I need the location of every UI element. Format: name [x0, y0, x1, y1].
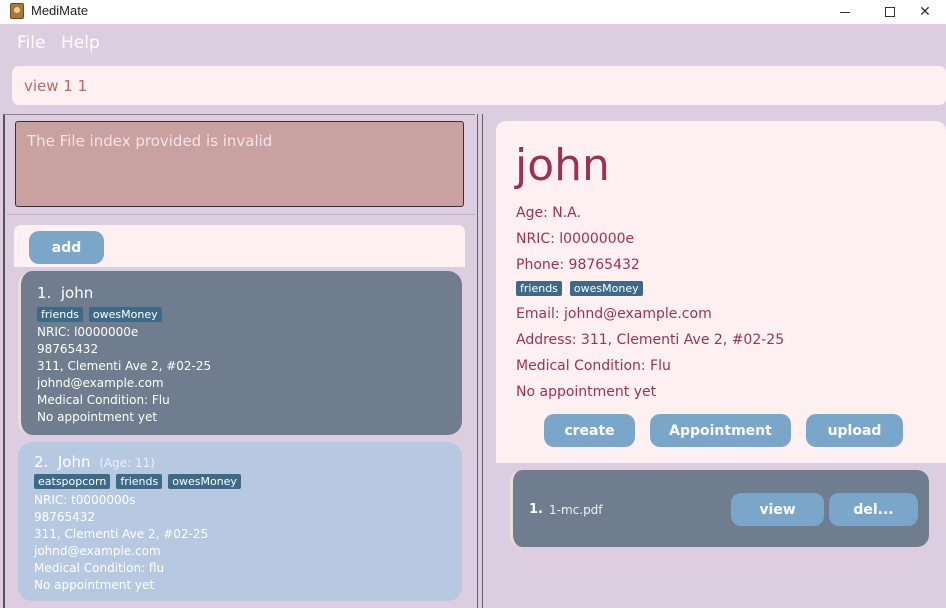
person-index: 2.: [34, 453, 49, 471]
upload-button[interactable]: upload: [806, 414, 903, 447]
close-icon: ✕: [919, 4, 931, 20]
tag: friends: [37, 307, 83, 322]
tag: eatspopcorn: [34, 474, 111, 489]
tag: owesMoney: [168, 474, 241, 489]
person-address: 311, Clementi Ave 2, #02-25: [34, 527, 209, 541]
person-nric: NRIC: t0000000s: [34, 493, 136, 507]
split-divider[interactable]: [477, 114, 483, 608]
result-message: The File index provided is invalid: [27, 132, 273, 150]
person-tags: eatspopcorn friends owesMoney: [34, 474, 241, 489]
person-age: (Age: 11): [99, 456, 155, 470]
person-index: 1.: [37, 284, 52, 302]
view-file-button[interactable]: view: [731, 493, 824, 526]
tag: friends: [116, 474, 163, 489]
person-condition: Medical Condition: flu: [34, 561, 165, 575]
person-phone: 98765432: [34, 510, 96, 524]
separator: [7, 214, 475, 215]
file-name: 1-mc.pdf: [549, 503, 603, 517]
person-card[interactable]: 2. John (Age: 11) eatspopcorn friends ow…: [18, 442, 462, 601]
detail-age: Age: N.A.: [516, 205, 581, 221]
add-button[interactable]: add: [29, 231, 104, 264]
person-tags: friends owesMoney: [37, 307, 162, 322]
person-card[interactable]: 1. john friends owesMoney NRIC: l0000000…: [18, 271, 462, 435]
tag: owesMoney: [569, 281, 643, 296]
detail-appointment: No appointment yet: [516, 384, 657, 400]
person-appointment: No appointment yet: [34, 578, 155, 592]
minimize-button[interactable]: [822, 0, 868, 24]
person-name-text: john: [60, 284, 94, 302]
person-appointment: No appointment yet: [37, 410, 158, 424]
delete-file-button[interactable]: del...: [829, 493, 918, 526]
detail-condition: Medical Condition: Flu: [516, 358, 671, 374]
maximize-icon: [885, 7, 895, 17]
person-email: johnd@example.com: [37, 376, 164, 390]
window-title: MediMate: [31, 3, 89, 18]
result-display: The File index provided is invalid: [15, 121, 464, 207]
person-name: 1. john: [37, 284, 93, 302]
tag: owesMoney: [88, 307, 162, 322]
title-bar: MediMate ✕: [0, 0, 946, 24]
person-phone: 98765432: [37, 342, 99, 356]
person-nric: NRIC: l0000000e: [37, 325, 139, 339]
person-condition: Medical Condition: Flu: [37, 393, 170, 407]
appointment-button[interactable]: Appointment: [650, 414, 791, 447]
menu-help[interactable]: Help: [61, 33, 100, 53]
close-button[interactable]: ✕: [902, 0, 946, 24]
detail-tags: friends owesMoney: [516, 281, 643, 296]
app-icon: [10, 3, 24, 19]
file-index: 1.: [529, 502, 543, 517]
person-email: johnd@example.com: [34, 544, 161, 558]
detail-phone: Phone: 98765432: [516, 257, 640, 273]
detail-address: Address: 311, Clementi Ave 2, #02-25: [516, 332, 785, 348]
person-name: 2. John (Age: 11): [34, 453, 155, 471]
detail-nric: NRIC: l0000000e: [516, 231, 635, 247]
detail-name: john: [515, 140, 610, 191]
person-address: 311, Clementi Ave 2, #02-25: [37, 359, 212, 373]
detail-email: Email: johnd@example.com: [516, 306, 712, 322]
minimize-icon: [840, 11, 850, 13]
person-name-text: John: [57, 453, 91, 471]
tag: friends: [516, 281, 562, 296]
command-input[interactable]: view 1 1: [12, 66, 946, 105]
menu-file[interactable]: File: [17, 33, 45, 53]
command-text: view 1 1: [24, 77, 88, 95]
menu-bar: File Help: [0, 24, 946, 60]
create-button[interactable]: create: [544, 414, 635, 447]
